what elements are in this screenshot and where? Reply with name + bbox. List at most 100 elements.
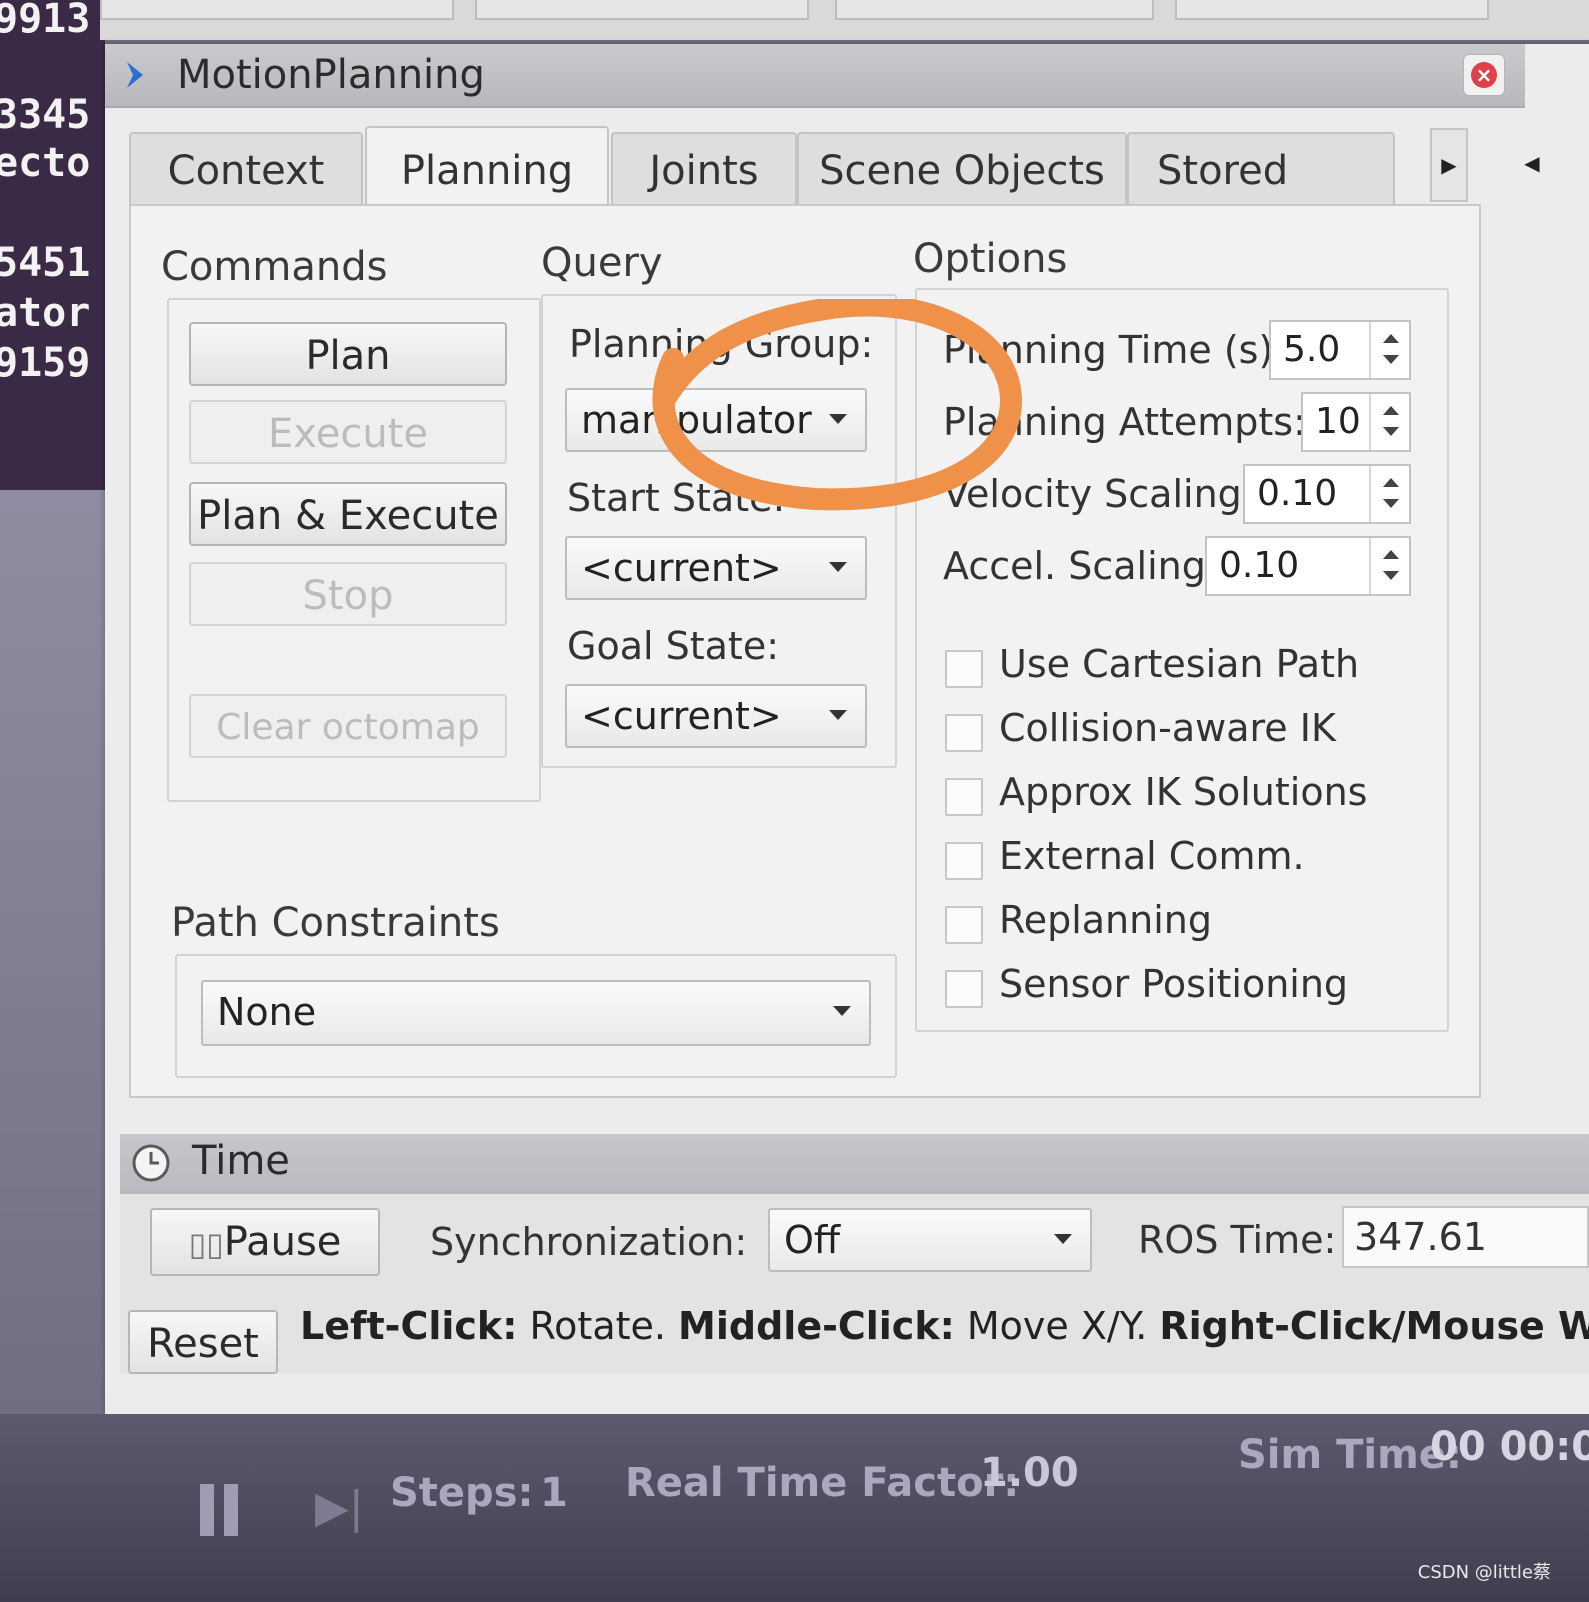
- checkbox-unchecked[interactable]: [945, 650, 983, 688]
- synchronization-select[interactable]: Off: [768, 1208, 1092, 1272]
- clock-icon: [132, 1144, 170, 1182]
- step-forward-icon[interactable]: ▶|: [315, 1482, 364, 1533]
- accel-scaling-spinbox[interactable]: 0.10: [1205, 536, 1411, 596]
- terminal-line: 9913: [0, 0, 91, 42]
- synchronization-label: Synchronization:: [430, 1220, 748, 1264]
- planning-group-value: manipulator: [581, 398, 812, 442]
- path-constraints-select[interactable]: None: [201, 980, 871, 1046]
- tab-scroll-right-icon[interactable]: ▶: [1430, 128, 1468, 202]
- options-label: Options: [913, 236, 1068, 282]
- planning-tab-panel: Commands Plan Execute Plan & Execute Sto…: [129, 204, 1481, 1098]
- planning-group-label: Planning Group:: [569, 322, 874, 366]
- reset-button[interactable]: Reset: [128, 1310, 278, 1374]
- hint-move: Move X/Y.: [954, 1304, 1160, 1348]
- checkbox-label: Sensor Positioning: [999, 962, 1349, 1006]
- terminal-line: ecto: [0, 140, 91, 186]
- stop-button[interactable]: Stop: [189, 562, 507, 626]
- plan-and-execute-button[interactable]: Plan & Execute: [189, 482, 507, 546]
- planning-attempts-label: Planning Attempts:: [943, 400, 1306, 444]
- panel-titlebar: MotionPlanning ×: [105, 44, 1525, 108]
- chevron-down-icon: [829, 710, 847, 720]
- tab-planning[interactable]: Planning: [365, 126, 609, 210]
- steps-value[interactable]: 1: [540, 1470, 568, 1516]
- spin-down-icon[interactable]: [1383, 571, 1399, 580]
- hint-rotate: Rotate.: [517, 1304, 679, 1348]
- pause-button[interactable]: ▯▯Pause: [150, 1208, 380, 1276]
- accel-scaling-label: Accel. Scaling:: [943, 544, 1219, 588]
- planning-time-value: 5.0: [1283, 329, 1341, 370]
- velocity-scaling-label: Velocity Scaling:: [943, 472, 1255, 516]
- checkbox-unchecked[interactable]: [945, 906, 983, 944]
- checkbox-label: Collision-aware IK: [999, 706, 1336, 750]
- pause-icon[interactable]: [200, 1484, 248, 1540]
- query-label: Query: [541, 240, 663, 286]
- chevron-down-icon: [829, 562, 847, 572]
- hint-right-click: Right-Click/Mouse Wh: [1159, 1304, 1589, 1348]
- execute-button[interactable]: Execute: [189, 400, 507, 464]
- spin-up-icon[interactable]: [1383, 550, 1399, 559]
- steps-label: Steps:: [390, 1470, 534, 1516]
- real-time-factor-label: Real Time Factor:: [625, 1460, 1020, 1506]
- checkbox-unchecked[interactable]: [945, 778, 983, 816]
- path-constraints-value: None: [217, 990, 317, 1034]
- checkbox-unchecked[interactable]: [945, 970, 983, 1008]
- start-state-label: Start State:: [567, 476, 786, 520]
- chevron-down-icon: [1054, 1234, 1072, 1244]
- checkbox-unchecked[interactable]: [945, 714, 983, 752]
- spin-up-icon[interactable]: [1383, 334, 1399, 343]
- spin-up-icon[interactable]: [1383, 478, 1399, 487]
- tab-scene-objects[interactable]: Scene Objects: [797, 132, 1127, 208]
- goal-state-value: <current>: [581, 694, 782, 738]
- checkbox-label: Approx IK Solutions: [999, 770, 1368, 814]
- start-state-value: <current>: [581, 546, 782, 590]
- planning-group-select[interactable]: manipulator: [565, 388, 867, 452]
- tab-context[interactable]: Context: [129, 132, 363, 208]
- tab-scroll-left-icon[interactable]: ◀: [1515, 128, 1549, 198]
- checkbox-label: External Comm.: [999, 834, 1305, 878]
- path-constraints-label: Path Constraints: [171, 900, 500, 946]
- planning-time-spinbox[interactable]: 5.0: [1269, 320, 1411, 380]
- planning-time-label: Planning Time (s):: [943, 328, 1287, 372]
- time-panel-title: Time: [192, 1138, 290, 1184]
- goal-state-label: Goal State:: [567, 624, 780, 668]
- terminal-line: 3345: [0, 92, 91, 138]
- sim-time-value: 00 00:05:: [1430, 1424, 1589, 1470]
- plan-button[interactable]: Plan: [189, 322, 507, 386]
- panel-title: MotionPlanning: [177, 52, 485, 98]
- checkbox-label: Use Cartesian Path: [999, 642, 1360, 686]
- view-controls-hint: Left-Click: Rotate. Middle-Click: Move X…: [300, 1304, 1589, 1348]
- close-icon: ×: [1471, 62, 1497, 88]
- watermark: CSDN @little蔡: [1417, 1562, 1551, 1583]
- real-time-factor-value: 1.00: [980, 1450, 1079, 1496]
- planning-attempts-spinbox[interactable]: 10: [1301, 392, 1411, 452]
- spin-down-icon[interactable]: [1383, 499, 1399, 508]
- terminal-line: 5451: [0, 240, 91, 286]
- hint-left-click: Left-Click:: [300, 1304, 518, 1348]
- synchronization-value: Off: [784, 1218, 841, 1262]
- start-state-select[interactable]: <current>: [565, 536, 867, 600]
- velocity-scaling-value: 0.10: [1257, 473, 1338, 514]
- chevron-down-icon: [829, 414, 847, 424]
- tab-joints[interactable]: Joints: [611, 132, 797, 208]
- goal-state-select[interactable]: <current>: [565, 684, 867, 748]
- sim-time-label: Sim Time:: [1238, 1432, 1462, 1478]
- top-toolbar-strip: [100, 0, 1589, 40]
- velocity-scaling-spinbox[interactable]: 0.10: [1243, 464, 1411, 524]
- tab-stored-scenes[interactable]: Stored Scene: [1127, 132, 1395, 206]
- terminal-line: 9159: [0, 340, 91, 386]
- close-button[interactable]: ×: [1463, 54, 1505, 96]
- ros-time-field[interactable]: 347.61: [1342, 1206, 1589, 1268]
- hint-middle-click: Middle-Click:: [678, 1304, 955, 1348]
- checkbox-unchecked[interactable]: [945, 842, 983, 880]
- planning-attempts-value: 10: [1315, 401, 1361, 442]
- moveit-logo-icon: [127, 62, 143, 88]
- clear-octomap-button[interactable]: Clear octomap: [189, 694, 507, 758]
- spin-up-icon[interactable]: [1383, 406, 1399, 415]
- motion-planning-panel: MotionPlanning × Context Planning Joints…: [105, 44, 1589, 1414]
- spin-down-icon[interactable]: [1383, 355, 1399, 364]
- pause-icon: ▯▯: [188, 1225, 224, 1263]
- commands-label: Commands: [161, 244, 388, 290]
- spin-down-icon[interactable]: [1383, 427, 1399, 436]
- pause-label: Pause: [223, 1219, 342, 1265]
- chevron-down-icon: [833, 1006, 851, 1016]
